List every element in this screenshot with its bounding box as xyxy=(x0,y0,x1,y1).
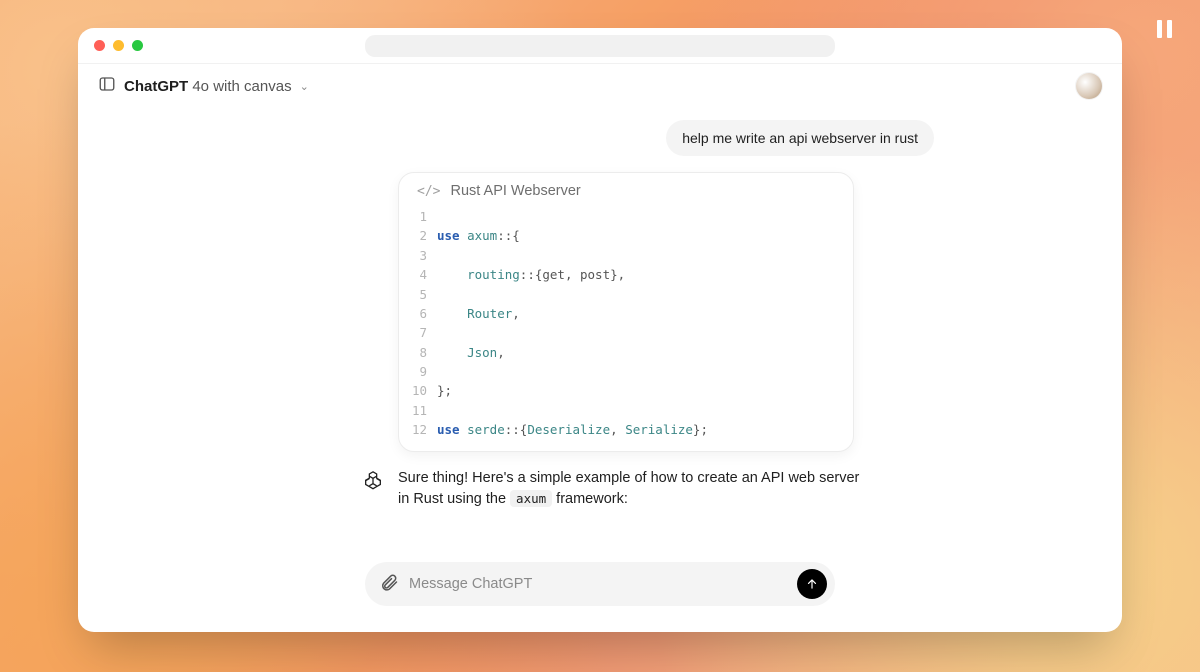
attach-icon[interactable] xyxy=(379,572,399,597)
canvas-card[interactable]: </> Rust API Webserver 12345678910111213… xyxy=(398,172,854,452)
canvas-title: Rust API Webserver xyxy=(450,183,580,199)
background: ChatGPT 4o with canvas ⌄ help me write a… xyxy=(0,0,1200,672)
chat-area: help me write an api webserver in rust <… xyxy=(78,108,1122,632)
send-button[interactable] xyxy=(797,569,827,599)
canvas-header: </> Rust API Webserver xyxy=(399,173,853,203)
app-header: ChatGPT 4o with canvas ⌄ xyxy=(78,64,1122,108)
window-controls[interactable] xyxy=(94,40,143,51)
composer[interactable]: Message ChatGPT xyxy=(365,562,835,606)
code-content: use axum::{ routing::{get, post}, Router… xyxy=(437,207,853,443)
composer-placeholder[interactable]: Message ChatGPT xyxy=(409,576,787,592)
avatar[interactable] xyxy=(1076,73,1102,99)
assistant-text: Sure thing! Here's a simple example of h… xyxy=(398,468,862,510)
minimize-icon[interactable] xyxy=(113,40,124,51)
line-gutter: 12345678910111213141516 xyxy=(399,207,437,443)
model-selector[interactable]: ChatGPT 4o with canvas ⌄ xyxy=(98,75,309,98)
openai-logo-icon xyxy=(362,470,384,492)
user-message: help me write an api webserver in rust xyxy=(666,120,934,156)
titlebar xyxy=(78,28,1122,64)
code-icon: </> xyxy=(417,184,440,199)
app-window: ChatGPT 4o with canvas ⌄ help me write a… xyxy=(78,28,1122,632)
chevron-down-icon: ⌄ xyxy=(300,80,309,93)
pause-button[interactable] xyxy=(1157,20,1172,38)
model-name: ChatGPT 4o with canvas xyxy=(124,78,292,95)
code-block: 12345678910111213141516 use axum::{ rout… xyxy=(399,203,853,443)
maximize-icon[interactable] xyxy=(132,40,143,51)
sidebar-toggle-icon[interactable] xyxy=(98,75,116,98)
address-bar[interactable] xyxy=(365,35,835,57)
assistant-message: Sure thing! Here's a simple example of h… xyxy=(362,468,862,510)
close-icon[interactable] xyxy=(94,40,105,51)
